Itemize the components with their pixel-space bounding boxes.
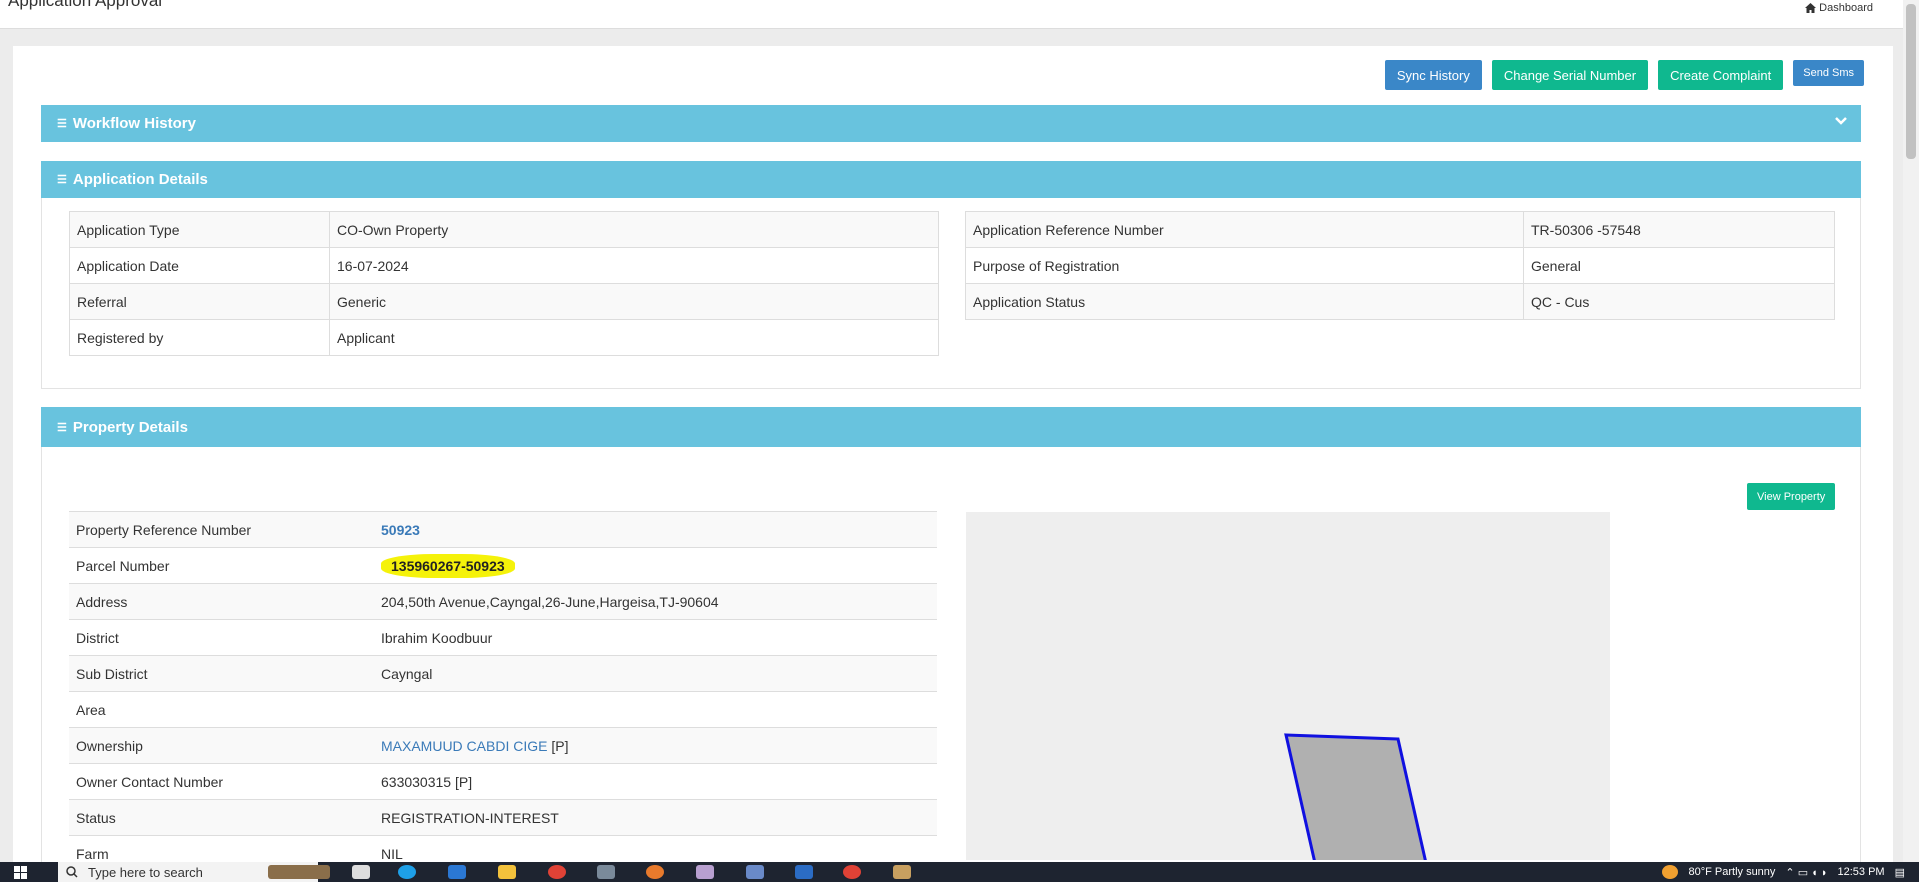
windows-start-icon[interactable] xyxy=(14,866,28,880)
notification-icon[interactable]: ▤ xyxy=(1895,866,1905,879)
tray-icons[interactable]: ⌃ ▭ ◖ ◗ xyxy=(1785,866,1827,879)
chrome-icon[interactable] xyxy=(843,865,861,879)
table-row: Purpose of Registration General xyxy=(965,247,1835,284)
table-row: Property Reference Number 50923 xyxy=(69,511,937,548)
table-row: Area xyxy=(69,691,937,728)
chevron-down-icon[interactable] xyxy=(1835,114,1847,129)
property-reference-link[interactable]: 50923 xyxy=(381,522,420,538)
app-icon[interactable] xyxy=(746,865,764,879)
search-icon xyxy=(66,866,78,878)
table-row: Sub District Cayngal xyxy=(69,655,937,692)
owner-name-link[interactable]: MAXAMUUD CABDI CIGE xyxy=(381,738,547,754)
top-header: Application Approval Dashboard xyxy=(0,0,1903,29)
property-map[interactable] xyxy=(966,512,1610,860)
parcel-number-highlighted: 135960267-50923 xyxy=(381,553,515,578)
calculator-icon[interactable] xyxy=(597,865,615,879)
change-serial-number-button[interactable]: Change Serial Number xyxy=(1491,60,1649,90)
table-row: Status REGISTRATION-INTEREST xyxy=(69,799,937,836)
clock[interactable]: 12:53 PM xyxy=(1838,866,1885,878)
application-details-right-table: Application Reference Number TR-50306 -57… xyxy=(965,211,1835,320)
system-tray: 80°F Partly sunny ⌃ ▭ ◖ ◗ 12:53 PM ▤ xyxy=(1662,862,1905,882)
table-row: Application Reference Number TR-50306 -57… xyxy=(965,211,1835,248)
page-scrollbar[interactable] xyxy=(1903,0,1919,862)
list-icon: ☰ xyxy=(57,421,67,434)
list-icon: ☰ xyxy=(57,174,67,186)
action-buttons: Sync History Change Serial Number Create… xyxy=(1384,60,1864,90)
send-sms-button[interactable]: Send Sms xyxy=(1793,60,1864,86)
property-details-title: Property Details xyxy=(72,418,188,436)
workflow-history-header[interactable]: ☰ Workflow History xyxy=(41,105,1861,142)
property-details-table: Property Reference Number 50923 Parcel Nu… xyxy=(69,511,937,872)
application-details-left-table: Application Type CO-Own Property Applicat… xyxy=(69,211,939,356)
workflow-history-title: Workflow History xyxy=(72,115,196,132)
property-details-header[interactable]: ☰ Property Details xyxy=(41,407,1861,447)
application-details-header[interactable]: ☰ Application Details xyxy=(41,161,1861,198)
mail-icon[interactable] xyxy=(448,865,466,879)
breadcrumb[interactable]: Dashboard xyxy=(1805,2,1873,14)
parcel-polygon xyxy=(1284,733,1427,860)
edge-icon[interactable] xyxy=(398,865,416,879)
app-icon[interactable] xyxy=(795,865,813,879)
search-placeholder: Type here to search xyxy=(88,864,203,880)
news-widget-icon[interactable] xyxy=(268,865,330,879)
list-icon: ☰ xyxy=(57,118,67,130)
table-row: Referral Generic xyxy=(69,283,939,320)
paint-icon[interactable] xyxy=(696,865,714,879)
windows-taskbar: Type here to search 80°F Partly sunny ⌃ … xyxy=(0,862,1919,882)
table-row: Application Status QC - Cus xyxy=(965,283,1835,320)
sync-history-button[interactable]: Sync History xyxy=(1384,60,1482,90)
table-row: Parcel Number 135960267-50923 xyxy=(69,547,937,584)
table-row: Address 204,50th Avenue,Cayngal,26-June,H… xyxy=(69,583,937,620)
firefox-icon[interactable] xyxy=(646,865,664,879)
home-icon xyxy=(1805,3,1817,13)
page-title: Application Approval xyxy=(8,0,163,10)
file-explorer-icon[interactable] xyxy=(498,865,516,879)
table-row: Ownership MAXAMUUD CABDI CIGE [P] xyxy=(69,727,937,764)
table-row: Application Date 16-07-2024 xyxy=(69,247,939,284)
table-row: Owner Contact Number 633030315 [P] xyxy=(69,763,937,800)
breadcrumb-dashboard[interactable]: Dashboard xyxy=(1819,2,1873,14)
scrollbar-thumb[interactable] xyxy=(1906,4,1916,159)
table-row: Registered by Applicant xyxy=(69,319,939,356)
weather-text[interactable]: 80°F Partly sunny xyxy=(1688,866,1775,878)
chrome-icon[interactable] xyxy=(548,865,566,879)
app-icon[interactable] xyxy=(893,865,911,879)
table-row: Application Type CO-Own Property xyxy=(69,211,939,248)
create-complaint-button[interactable]: Create Complaint xyxy=(1658,60,1784,90)
task-view-icon[interactable] xyxy=(352,865,370,879)
table-row: District Ibrahim Koodbuur xyxy=(69,619,937,656)
weather-icon xyxy=(1662,865,1679,879)
view-property-button[interactable]: View Property xyxy=(1747,483,1836,510)
application-details-title: Application Details xyxy=(72,171,208,188)
